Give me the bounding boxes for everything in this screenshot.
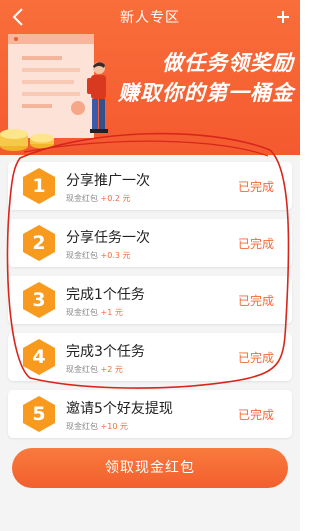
reward-label: 现金红包 (66, 365, 98, 374)
slogan-line-1: 做任务领奖励 (162, 51, 294, 75)
reward-label: 现金红包 (66, 308, 98, 317)
add-button[interactable] (272, 6, 294, 28)
back-button[interactable] (6, 4, 30, 30)
task-title: 邀请5个好友提现 (66, 401, 173, 417)
task-number: 3 (32, 289, 46, 311)
reward-amount: +10 元 (100, 422, 128, 431)
task-number: 2 (32, 232, 46, 254)
task-card[interactable]: 2 分享任务一次 现金红包 +0.3 元 已完成 (8, 219, 292, 267)
plus-icon (277, 11, 289, 23)
task-number: 4 (32, 346, 46, 368)
task-card[interactable]: 4 完成3个任务 现金红包 +2 元 已完成 (8, 333, 292, 381)
task-title: 完成1个任务 (66, 287, 145, 303)
reward-label: 现金红包 (66, 194, 98, 203)
reward-label: 现金红包 (66, 251, 98, 260)
reward-amount: +1 元 (100, 308, 123, 317)
task-reward: 现金红包 +2 元 (66, 364, 123, 375)
task-number: 5 (32, 403, 46, 425)
task-status: 已完成 (237, 408, 274, 422)
task-card[interactable]: 3 完成1个任务 现金红包 +1 元 已完成 (8, 276, 292, 324)
banner-header: 新人专区 做任务领奖励 赚取你的第一桶金 (0, 0, 300, 155)
task-title: 分享任务一次 (66, 230, 150, 246)
page-title: 新人专区 (120, 10, 180, 26)
task-reward: 现金红包 +0.3 元 (66, 250, 131, 261)
task-card[interactable]: 5 邀请5个好友提现 现金红包 +10 元 已完成 (8, 390, 292, 438)
task-reward: 现金红包 +0.2 元 (66, 193, 131, 204)
coins-illustration (0, 129, 54, 151)
task-reward: 现金红包 +10 元 (66, 421, 128, 432)
task-card[interactable]: 1 分享推广一次 现金红包 +0.2 元 已完成 (8, 162, 292, 210)
task-number: 1 (32, 175, 46, 197)
task-title: 完成3个任务 (66, 344, 145, 360)
claim-cash-button[interactable]: 领取现金红包 (12, 448, 288, 488)
reward-label: 现金红包 (66, 422, 98, 431)
reward-amount: +2 元 (100, 365, 123, 374)
back-arrow-icon (12, 8, 23, 26)
task-status: 已完成 (237, 351, 274, 365)
task-status: 已完成 (237, 294, 274, 308)
nav-bar: 新人专区 (0, 0, 300, 34)
reward-amount: +0.2 元 (100, 194, 131, 203)
task-status: 已完成 (237, 180, 274, 194)
task-title: 分享推广一次 (66, 173, 150, 189)
reward-amount: +0.3 元 (100, 251, 131, 260)
task-status: 已完成 (237, 237, 274, 251)
task-reward: 现金红包 +1 元 (66, 307, 123, 318)
slogan-line-2: 赚取你的第一桶金 (118, 81, 294, 105)
banner-slogan: 做任务领奖励 赚取你的第一桶金 (104, 48, 294, 108)
